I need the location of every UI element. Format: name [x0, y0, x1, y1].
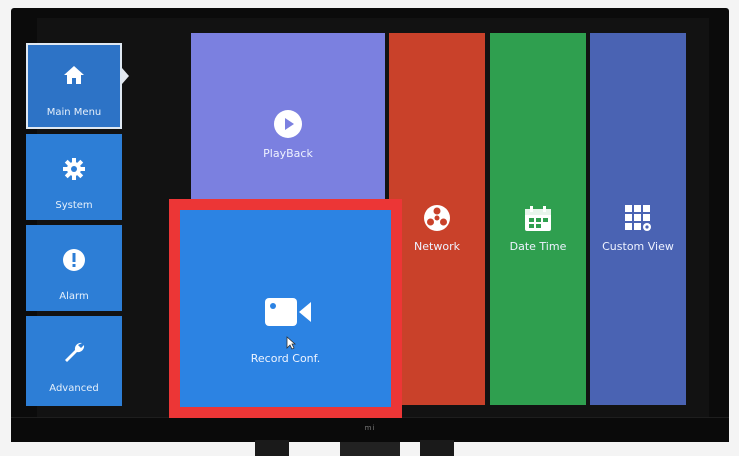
- tile-record-conf-label: Record Conf.: [250, 352, 321, 365]
- tile-playback[interactable]: PlayBack: [191, 33, 385, 207]
- tile-network[interactable]: Network: [389, 33, 485, 405]
- tile-custom-view[interactable]: Custom View: [590, 33, 686, 405]
- tile-custom-view-label: Custom View: [602, 240, 674, 253]
- tile-date-time-label: Date Time: [509, 240, 567, 253]
- grid-settings-icon: [625, 205, 651, 231]
- sidebar-item-advanced[interactable]: Advanced: [26, 316, 122, 406]
- brand-logo: mi: [364, 424, 376, 432]
- home-icon: [64, 66, 84, 84]
- sidebar-item-system[interactable]: System: [26, 134, 122, 220]
- sidebar-item-label: System: [55, 200, 93, 211]
- monitor-stand-left: [255, 440, 289, 456]
- monitor-stand-right: [420, 440, 454, 456]
- calendar-icon: [525, 206, 551, 231]
- record-conf-highlight: Record Conf.: [169, 199, 402, 418]
- sidebar-item-alarm[interactable]: Alarm: [26, 225, 122, 311]
- sidebar-item-label: Main Menu: [46, 107, 102, 118]
- sidebar-item-main-menu[interactable]: Main Menu: [26, 43, 122, 129]
- tile-playback-label: PlayBack: [263, 147, 313, 160]
- monitor-chin: mi: [11, 417, 729, 442]
- network-globe-icon: [424, 205, 450, 231]
- sidebar-item-label: Advanced: [49, 383, 99, 394]
- alert-icon: [63, 249, 85, 271]
- tile-network-label: Network: [414, 240, 460, 253]
- play-icon: [274, 110, 302, 138]
- wrench-icon: [65, 342, 85, 362]
- tile-date-time[interactable]: Date Time: [490, 33, 586, 405]
- active-indicator-arrow: [122, 68, 129, 84]
- monitor-stand-base: [340, 442, 400, 456]
- video-camera-icon: [265, 298, 311, 326]
- sidebar-item-label: Alarm: [59, 291, 89, 302]
- tile-record-conf[interactable]: Record Conf.: [180, 210, 391, 407]
- mouse-cursor-icon: [286, 336, 296, 350]
- gear-icon: [63, 158, 85, 180]
